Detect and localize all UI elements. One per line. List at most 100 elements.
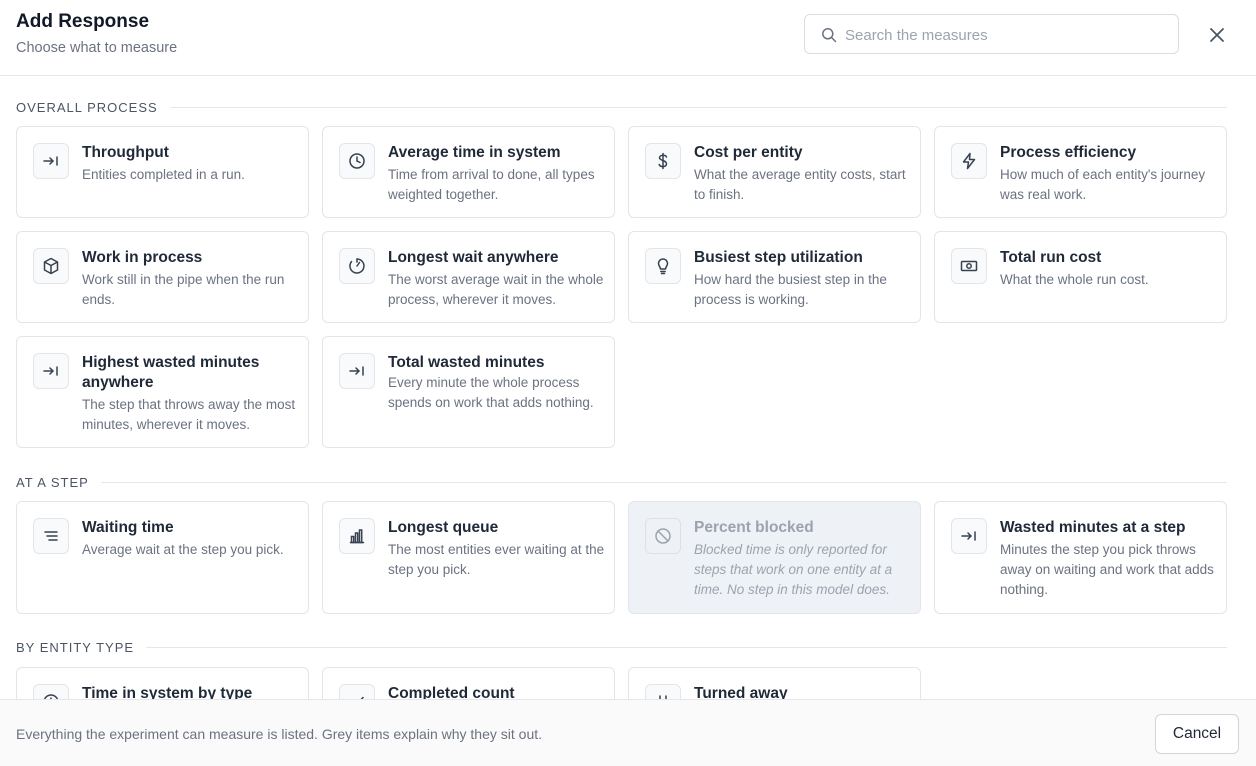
card-title: Completed count xyxy=(388,685,515,699)
close-button[interactable] xyxy=(1204,22,1230,48)
card-cost-per-entity[interactable]: Cost per entity What the average entity … xyxy=(628,126,921,218)
card-title: Wasted minutes at a step xyxy=(1000,519,1186,536)
icon-box xyxy=(645,248,681,284)
card-description: How hard the busiest step in the process… xyxy=(694,272,887,307)
card-completed-count[interactable]: Completed count xyxy=(322,667,615,699)
card-title: Average time in system xyxy=(388,144,561,161)
card-description: The most entities ever waiting at the st… xyxy=(388,542,605,577)
cube-icon xyxy=(43,257,59,275)
card-description: The step that throws away the most minut… xyxy=(82,397,296,432)
icon-box xyxy=(339,143,375,179)
card-process-efficiency[interactable]: Process efficiency How much of each enti… xyxy=(934,126,1227,218)
card-title: Turned away xyxy=(694,685,788,699)
card-title: Percent blocked xyxy=(694,519,814,536)
card-throughput[interactable]: Throughput Entities completed in a run. xyxy=(16,126,309,218)
icon-box xyxy=(33,684,69,699)
card-title: Process efficiency xyxy=(1000,144,1137,161)
card-title: Time in system by type xyxy=(82,685,253,699)
lightbulb-icon xyxy=(657,258,669,275)
cancel-button[interactable]: Cancel xyxy=(1155,714,1239,754)
card-description: How much of each entity's journey was re… xyxy=(1000,167,1206,202)
card-time-in-system-by-type[interactable]: Time in system by type xyxy=(16,667,309,699)
icon-box xyxy=(339,353,375,389)
lightning-icon xyxy=(962,152,976,170)
section-title: AT A STEP xyxy=(16,474,89,490)
clock-icon xyxy=(349,153,365,169)
dialog-header: Add Response Choose what to measure xyxy=(0,0,1256,76)
card-longest-wait-anywhere[interactable]: Longest wait anywhere The worst average … xyxy=(322,231,615,323)
section-header: BY ENTITY TYPE xyxy=(16,638,1227,656)
ban-icon xyxy=(655,528,671,544)
dialog-title: Add Response xyxy=(16,11,150,32)
icon-box xyxy=(339,684,375,699)
card-description: What the average entity costs, start to … xyxy=(694,167,906,202)
section-divider xyxy=(100,481,1227,483)
close-icon xyxy=(1210,28,1224,42)
icon-box xyxy=(951,248,987,284)
card-title: Highest wasted minutes anywhere xyxy=(82,354,260,391)
icon-box xyxy=(339,248,375,284)
dialog-footer: Everything the experiment can measure is… xyxy=(0,699,1256,766)
card-description: Entities completed in a run. xyxy=(82,167,245,182)
card-title: Cost per entity xyxy=(694,144,803,161)
card-title: Work in process xyxy=(82,249,203,266)
card-percent-blocked: Percent blocked Blocked time is only rep… xyxy=(628,501,921,614)
card-total-run-cost[interactable]: Total run cost What the whole run cost. xyxy=(934,231,1227,323)
icon-box xyxy=(33,518,69,554)
icon-box xyxy=(33,248,69,284)
icon-box xyxy=(645,143,681,179)
timer-icon xyxy=(349,258,365,274)
dollar-icon xyxy=(658,152,668,170)
section-divider xyxy=(146,646,1227,648)
icon-box xyxy=(951,143,987,179)
card-title: Throughput xyxy=(82,144,169,161)
section-title: OVERALL PROCESS xyxy=(16,99,158,115)
card-description: Every minute the whole process spends on… xyxy=(388,375,594,410)
icon-box xyxy=(645,518,681,554)
footer-note: Everything the experiment can measure is… xyxy=(16,726,543,742)
search-icon xyxy=(822,28,837,43)
card-highest-wasted-minutes-anywhere[interactable]: Highest wasted minutes anywhere The step… xyxy=(16,336,309,448)
section-header: AT A STEP xyxy=(16,473,1227,491)
icon-box xyxy=(33,143,69,179)
card-work-in-process[interactable]: Work in process Work still in the pipe w… xyxy=(16,231,309,323)
arrow-right-icon xyxy=(43,156,58,166)
card-title: Waiting time xyxy=(82,519,174,536)
search-box xyxy=(804,14,1179,54)
banknote-icon xyxy=(960,260,978,272)
arrow-right-icon xyxy=(43,366,58,376)
card-longest-queue[interactable]: Longest queue The most entities ever wai… xyxy=(322,501,615,614)
card-title: Longest queue xyxy=(388,519,499,536)
card-description: Work still in the pipe when the run ends… xyxy=(82,272,285,307)
bar-chart-icon xyxy=(349,529,365,544)
card-title: Busiest step utilization xyxy=(694,249,863,266)
card-description: Blocked time is only reported for steps … xyxy=(694,542,893,597)
icon-box xyxy=(339,518,375,554)
icon-box xyxy=(645,684,681,699)
card-title: Total wasted minutes xyxy=(388,354,545,371)
section-title: BY ENTITY TYPE xyxy=(16,639,135,655)
section-divider xyxy=(169,106,1227,108)
card-title: Longest wait anywhere xyxy=(388,249,559,266)
card-average-time-in-system[interactable]: Average time in system Time from arrival… xyxy=(322,126,615,218)
card-description: The worst average wait in the whole proc… xyxy=(388,272,604,307)
section-header: OVERALL PROCESS xyxy=(16,98,1227,116)
card-waiting-time[interactable]: Waiting time Average wait at the step yo… xyxy=(16,501,309,614)
card-title: Total run cost xyxy=(1000,249,1102,266)
arrow-right-icon xyxy=(961,531,976,541)
icon-box xyxy=(33,353,69,389)
card-description: Time from arrival to done, all types wei… xyxy=(388,167,595,202)
card-description: Average wait at the step you pick. xyxy=(82,542,284,557)
card-busiest-step-utilization[interactable]: Busiest step utilization How hard the bu… xyxy=(628,231,921,323)
icon-box xyxy=(951,518,987,554)
search-input[interactable] xyxy=(845,24,1165,46)
card-description: Minutes the step you pick throws away on… xyxy=(1000,542,1214,597)
arrow-right-icon xyxy=(349,366,364,376)
lines-icon xyxy=(44,531,58,541)
card-wasted-minutes-at-a-step[interactable]: Wasted minutes at a step Minutes the ste… xyxy=(934,501,1227,614)
card-description: What the whole run cost. xyxy=(1000,272,1149,287)
measures-list[interactable]: OVERALL PROCESS Throughput Entities comp… xyxy=(0,77,1256,699)
dialog-subtitle: Choose what to measure xyxy=(16,40,178,56)
card-turned-away[interactable]: Turned away xyxy=(628,667,921,699)
card-total-wasted-minutes[interactable]: Total wasted minutes Every minute the wh… xyxy=(322,336,615,448)
